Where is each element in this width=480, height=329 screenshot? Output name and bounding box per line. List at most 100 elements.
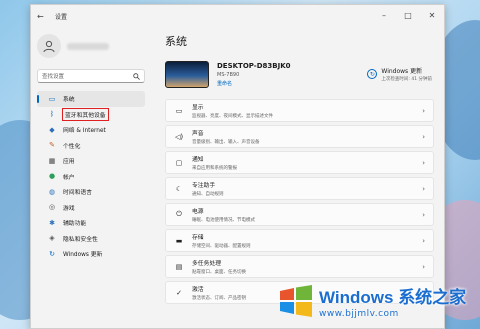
- chevron-right-icon: ›: [422, 184, 425, 193]
- chevron-right-icon: ›: [422, 236, 425, 245]
- sidebar-item-label: 隐私和安全性: [63, 236, 98, 243]
- card-subtitle: 贴靠窗口、桌面、任务切换: [192, 270, 246, 275]
- watermark: Windows 系统之家 www.bjjmlv.com: [278, 277, 474, 325]
- chevron-right-icon: ›: [422, 158, 425, 167]
- globe-icon: ◍: [48, 187, 56, 196]
- storage-icon: ▬: [175, 236, 183, 245]
- sidebar-item-label: 蓝牙和其他设备: [62, 107, 109, 121]
- close-button[interactable]: ✕: [420, 5, 444, 27]
- maximize-button[interactable]: □: [396, 5, 420, 27]
- back-arrow-icon[interactable]: ←: [37, 12, 51, 21]
- update-subtitle: 上次检查时间: 41 分钟前: [381, 77, 432, 82]
- sidebar-nav: ▭ 系统 ᛒ 蓝牙和其他设备 ◆ 网络 & Internet ✎ 个性化 ▦ 应用 ● 帐户 ◍ 时间和语…: [31, 91, 151, 262]
- card-title: 显示: [192, 105, 204, 111]
- minimize-button[interactable]: –: [372, 5, 396, 27]
- settings-card-3[interactable]: ☾ 专注助手通知、自动规则 ›: [165, 177, 434, 200]
- card-title: 声音: [192, 131, 204, 137]
- card-subtitle: 来自应用和系统的警报: [192, 166, 237, 171]
- person-icon: [43, 40, 55, 53]
- avatar[interactable]: [37, 34, 61, 58]
- sidebar-item-label: 系统: [63, 97, 75, 104]
- display-icon: ▭: [175, 106, 183, 115]
- settings-card-6[interactable]: ▤ 多任务处理贴靠窗口、桌面、任务切换 ›: [165, 255, 434, 278]
- watermark-title: Windows 系统之家: [319, 283, 466, 308]
- notification-icon: ▢: [175, 158, 183, 167]
- window-title: 设置: [55, 13, 68, 21]
- accessibility-icon: ✱: [49, 218, 55, 227]
- sidebar-item-label: 时间和语言: [63, 190, 92, 197]
- sidebar-item-8[interactable]: ✱ 辅助功能: [37, 215, 145, 231]
- sound-icon: ◁): [174, 132, 184, 141]
- card-title: 专注助手: [192, 183, 216, 189]
- card-title: 电源: [192, 209, 204, 215]
- settings-card-0[interactable]: ▭ 显示监视器、亮度、夜间模式、显示描述文件 ›: [165, 99, 434, 122]
- focus-icon: ☾: [175, 184, 183, 193]
- update-icon: ↻: [367, 69, 378, 79]
- search-icon: [133, 72, 140, 80]
- brush-icon: ✎: [49, 141, 55, 150]
- chevron-right-icon: ›: [422, 132, 425, 141]
- update-icon: ↻: [49, 249, 55, 258]
- windows-logo-icon: [280, 285, 312, 317]
- card-subtitle: 存储空间、驱动器、配置规则: [192, 244, 251, 249]
- card-title: 通知: [192, 157, 204, 163]
- multitask-icon: ▤: [175, 262, 183, 271]
- sidebar-item-0[interactable]: ▭ 系统: [37, 91, 145, 107]
- watermark-brand: Windows: [319, 288, 394, 307]
- card-subtitle: 通知、自动规则: [192, 192, 224, 197]
- sidebar-item-label: 网络 & Internet: [63, 128, 106, 135]
- sidebar-item-3[interactable]: ✎ 个性化: [37, 138, 145, 154]
- rename-link[interactable]: 重命名: [217, 80, 367, 87]
- sidebar-item-1[interactable]: ᛒ 蓝牙和其他设备: [37, 107, 145, 123]
- user-name-redacted: [67, 42, 109, 50]
- power-icon: ⏻: [176, 210, 182, 218]
- card-title: 多任务处理: [192, 261, 221, 267]
- watermark-cn: 系统之家: [398, 288, 467, 307]
- card-subtitle: 睡眠、电池使用情况、节电模式: [192, 218, 255, 223]
- sidebar-item-9[interactable]: ◈ 隐私和安全性: [37, 231, 145, 247]
- chevron-right-icon: ›: [422, 262, 425, 271]
- sidebar: 查找设置 ▭ 系统 ᛒ 蓝牙和其他设备 ◆ 网络 & Internet ✎ 个性化 ▦ 应用 ● 帐户…: [31, 27, 151, 328]
- device-model: MS-7B90: [217, 71, 240, 78]
- sidebar-item-10[interactable]: ↻ Windows 更新: [37, 246, 145, 262]
- sidebar-item-4[interactable]: ▦ 应用: [37, 153, 145, 169]
- sidebar-item-label: 游戏: [63, 205, 75, 212]
- device-name: DESKTOP-D83BJK0: [217, 61, 291, 70]
- gamepad-icon: ◎: [48, 203, 56, 212]
- shield-icon: ◈: [49, 234, 55, 243]
- device-header: DESKTOP-D83BJK0 MS-7B90 重命名 ↻ Windows 更新…: [165, 57, 444, 91]
- activate-icon: ✓: [176, 288, 182, 297]
- settings-card-5[interactable]: ▬ 存储存储空间、驱动器、配置规则 ›: [165, 229, 434, 252]
- user-profile[interactable]: [31, 27, 151, 65]
- card-subtitle: 监视器、亮度、夜间模式、显示描述文件: [192, 114, 273, 119]
- title-bar: ← 设置 – □ ✕: [31, 5, 444, 27]
- wifi-icon: ◆: [49, 125, 55, 134]
- account-icon: ●: [48, 172, 56, 181]
- page-title: 系统: [165, 35, 187, 48]
- watermark-url: www.bjjmlv.com: [319, 309, 399, 319]
- apps-icon: ▦: [48, 156, 56, 165]
- settings-card-2[interactable]: ▢ 通知来自应用和系统的警报 ›: [165, 151, 434, 174]
- sidebar-item-label: Windows 更新: [63, 252, 103, 259]
- sidebar-item-7[interactable]: ◎ 游戏: [37, 200, 145, 216]
- sidebar-item-label: 辅助功能: [63, 221, 87, 228]
- chevron-right-icon: ›: [422, 210, 425, 219]
- monitor-icon: ▭: [48, 94, 56, 103]
- sidebar-item-2[interactable]: ◆ 网络 & Internet: [37, 122, 145, 138]
- search-input[interactable]: 查找设置: [37, 69, 145, 83]
- chevron-right-icon: ›: [422, 106, 425, 115]
- settings-card-1[interactable]: ◁) 声音音量级别、输出、输入、声音设备 ›: [165, 125, 434, 148]
- settings-card-4[interactable]: ⏻ 电源睡眠、电池使用情况、节电模式 ›: [165, 203, 434, 226]
- settings-cards: ▭ 显示监视器、亮度、夜间模式、显示描述文件 › ◁) 声音音量级别、输出、输入、声音设…: [165, 99, 434, 304]
- device-thumbnail: [165, 60, 209, 88]
- card-title: 存储: [192, 235, 204, 241]
- sidebar-item-label: 帐户: [63, 174, 75, 181]
- bluetooth-icon: ᛒ: [49, 110, 55, 119]
- sidebar-item-5[interactable]: ● 帐户: [37, 169, 145, 185]
- sidebar-item-6[interactable]: ◍ 时间和语言: [37, 184, 145, 200]
- search-placeholder: 查找设置: [42, 74, 65, 80]
- sidebar-item-label: 个性化: [63, 143, 81, 150]
- card-subtitle: 音量级别、输出、输入、声音设备: [192, 140, 260, 145]
- windows-update-status[interactable]: ↻ Windows 更新 上次检查时间: 41 分钟前: [367, 66, 432, 82]
- sidebar-item-label: 应用: [63, 159, 75, 166]
